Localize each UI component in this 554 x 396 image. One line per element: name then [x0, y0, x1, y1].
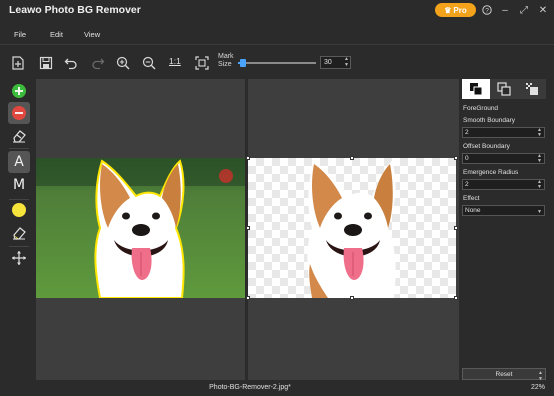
- auto-select-label: A: [14, 154, 24, 170]
- menu-divider: [0, 44, 554, 45]
- file-name: Photo-BG-Remover-2.jpg*: [209, 384, 291, 391]
- slider-thumb[interactable]: [240, 59, 246, 67]
- menu-view[interactable]: View: [84, 30, 100, 39]
- title-bar: Leawo Photo BG Remover ♛ Pro ? – ⤢ ✕: [0, 0, 554, 22]
- foreground-layers-icon: [470, 83, 483, 96]
- eraser-icon: [13, 130, 26, 143]
- fit-screen-icon[interactable]: [194, 55, 210, 71]
- close-button[interactable]: ✕: [536, 3, 550, 17]
- smooth-boundary-value: 2: [465, 129, 469, 136]
- spin-arrows-icon[interactable]: ▲ ▼: [537, 180, 542, 190]
- resize-handle[interactable]: [454, 296, 458, 300]
- tab-background[interactable]: [490, 79, 518, 99]
- status-bar: Photo-BG-Remover-2.jpg* 22%: [0, 381, 554, 396]
- resize-handle[interactable]: [246, 296, 250, 300]
- resize-handle[interactable]: [350, 296, 354, 300]
- smooth-boundary-label: Smooth Boundary: [463, 117, 516, 124]
- menu-file[interactable]: File: [14, 30, 26, 39]
- menu-bar: File Edit View: [0, 27, 554, 43]
- offset-boundary-value: 0: [465, 155, 469, 162]
- emergence-radius-label: Emergence Radius: [463, 169, 519, 176]
- zoom-level: 22%: [530, 384, 545, 391]
- help-icon[interactable]: ?: [480, 3, 494, 17]
- resize-handle[interactable]: [454, 226, 458, 230]
- minus-circle-icon: [12, 106, 26, 120]
- transparency-icon: [526, 83, 538, 95]
- reset-button[interactable]: Reset ▲ ▼: [462, 368, 546, 382]
- pro-label: Pro: [453, 5, 467, 15]
- mark-size-input[interactable]: 30 ▲ ▼: [320, 56, 351, 69]
- move-arrows-icon: [12, 251, 26, 265]
- undo-icon[interactable]: [63, 55, 79, 71]
- mark-size-slider[interactable]: [238, 59, 316, 67]
- emergence-radius-value: 2: [465, 181, 469, 188]
- original-canvas[interactable]: [36, 79, 245, 380]
- mark-eraser-tool[interactable]: [8, 221, 30, 243]
- manual-select-label: M: [12, 177, 26, 193]
- tool-divider: [9, 148, 29, 149]
- resize-handle[interactable]: [246, 226, 250, 230]
- add-area-tool[interactable]: [8, 80, 30, 102]
- pro-button[interactable]: ♛ Pro: [435, 3, 476, 17]
- tab-foreground[interactable]: [462, 79, 490, 99]
- spin-arrows-icon[interactable]: ▲ ▼: [537, 128, 542, 138]
- resize-handle[interactable]: [246, 156, 250, 160]
- auto-select-tool[interactable]: A: [8, 151, 30, 173]
- redo-icon[interactable]: [90, 55, 106, 71]
- spin-arrows-icon[interactable]: ▲ ▼: [537, 154, 542, 164]
- actual-size-button[interactable]: 1:1: [169, 56, 181, 66]
- move-tool[interactable]: [8, 247, 30, 269]
- resize-handle[interactable]: [350, 156, 354, 160]
- mark-size-value: 30: [324, 59, 332, 66]
- original-photo: [36, 158, 245, 298]
- zoom-in-icon[interactable]: [115, 55, 131, 71]
- offset-boundary-label: Offset Boundary: [463, 143, 510, 150]
- spin-arrows-icon[interactable]: ▲ ▼: [344, 56, 349, 68]
- effect-select[interactable]: None ▼: [462, 205, 545, 216]
- help-glyph: ?: [485, 7, 489, 14]
- mark-color-tool[interactable]: [8, 199, 30, 221]
- manual-select-tool[interactable]: M: [8, 174, 30, 196]
- result-photo: [248, 158, 456, 298]
- yellow-dot-icon: [12, 203, 26, 217]
- offset-boundary-input[interactable]: 0 ▲ ▼: [462, 153, 545, 164]
- resize-handle[interactable]: [454, 156, 458, 160]
- effect-label: Effect: [463, 195, 480, 202]
- minimize-button[interactable]: –: [498, 3, 512, 17]
- crown-icon: ♛: [444, 5, 452, 15]
- emergence-radius-input[interactable]: 2 ▲ ▼: [462, 179, 545, 190]
- new-file-icon[interactable]: [10, 55, 26, 71]
- zoom-out-icon[interactable]: [141, 55, 157, 71]
- result-canvas[interactable]: [246, 79, 459, 380]
- remove-area-tool[interactable]: [8, 102, 30, 124]
- background-layers-icon: [497, 82, 511, 96]
- reset-label: Reset: [495, 370, 513, 378]
- save-icon[interactable]: [38, 55, 54, 71]
- plus-circle-icon: [12, 84, 26, 98]
- smooth-boundary-input[interactable]: 2 ▲ ▼: [462, 127, 545, 138]
- app-title: Leawo Photo BG Remover: [9, 4, 141, 16]
- foreground-section-title: ForeGround: [463, 105, 499, 112]
- menu-edit[interactable]: Edit: [50, 30, 63, 39]
- chevron-down-icon: ▼: [537, 209, 542, 215]
- eraser-icon: [13, 227, 26, 240]
- settings-panel: ForeGround Smooth Boundary 2 ▲ ▼ Offset B…: [461, 79, 546, 380]
- eraser-tool[interactable]: [8, 124, 30, 146]
- mark-size-label: Mark Size: [218, 53, 234, 68]
- restore-button[interactable]: ⤢: [517, 3, 531, 17]
- tab-transparent[interactable]: [518, 79, 546, 99]
- effect-value: None: [465, 207, 481, 214]
